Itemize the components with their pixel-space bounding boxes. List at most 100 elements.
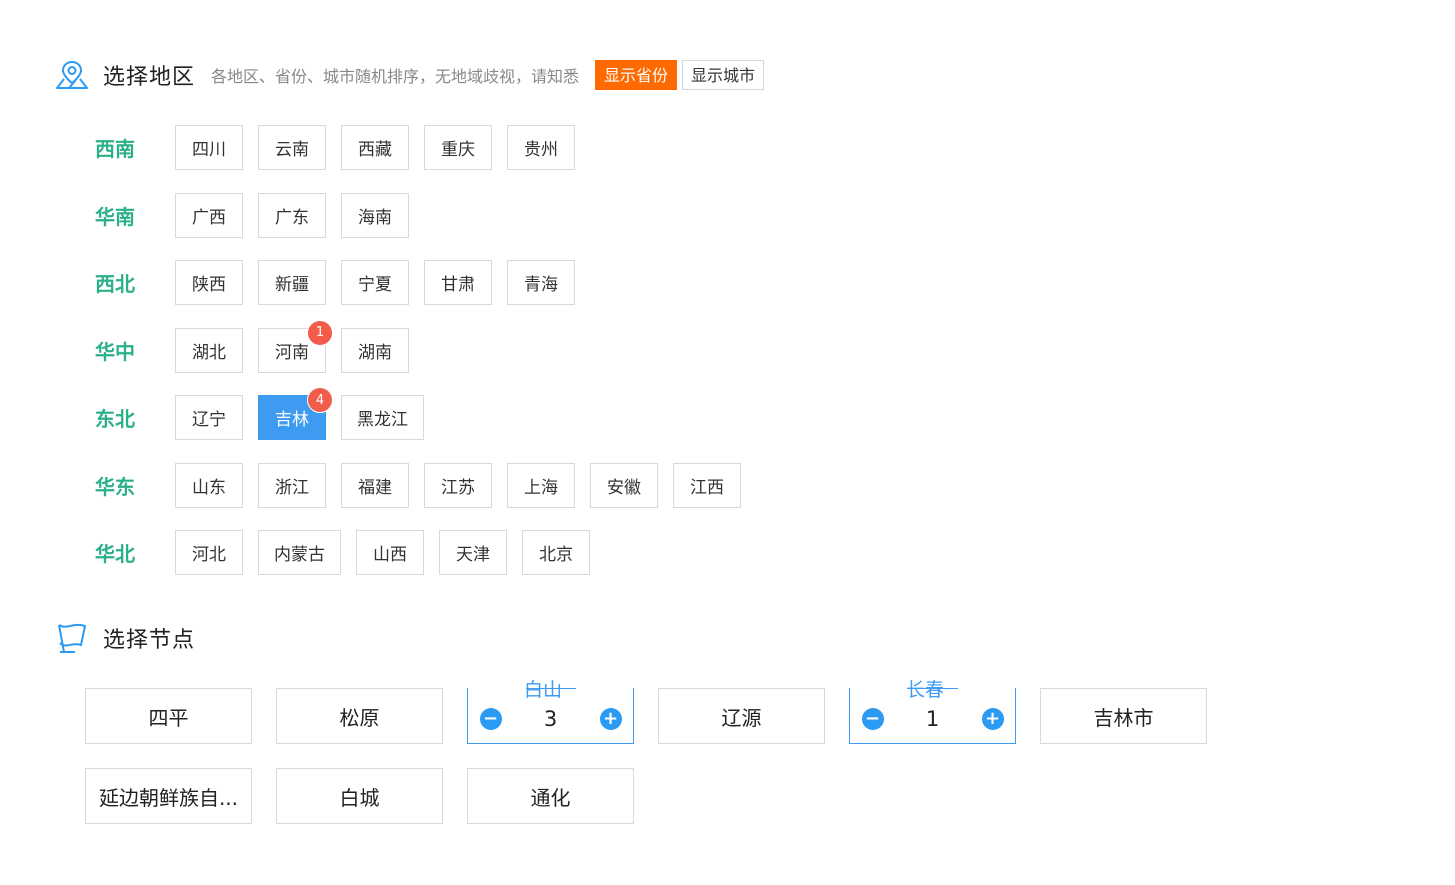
province-button[interactable]: 西藏 — [341, 125, 409, 170]
province-button[interactable]: 湖北 — [175, 327, 243, 373]
node-name: 白城 — [339, 785, 380, 810]
quantity-stepper: − 1 + — [861, 706, 1004, 731]
province-button[interactable]: 甘肃 — [424, 260, 492, 305]
province-button[interactable]: 山东 — [175, 462, 243, 508]
region-label: 华中 — [95, 339, 135, 364]
count-badge: 1 — [307, 319, 333, 346]
region-row: 华东 山东 浙江 福建 江苏 上海 安徽 江西 — [95, 462, 756, 508]
province-label: 江苏 — [441, 477, 475, 498]
count-badge: 4 — [307, 387, 333, 413]
quantity-stepper: − 3 + — [479, 706, 622, 731]
province-button[interactable]: 宁夏 — [341, 260, 409, 305]
region-row: 华北 河北 内蒙古 山西 天津 北京 — [95, 530, 756, 575]
region-section-hint: 各地区、省份、城市随机排序，无地域歧视，请知悉 — [211, 67, 580, 86]
province-label: 贵州 — [524, 140, 558, 160]
region-label: 华北 — [95, 542, 135, 566]
province-label: 安徽 — [607, 477, 641, 498]
node-card[interactable]: 松原 — [276, 688, 443, 744]
province-button[interactable]: 安徽 — [590, 462, 658, 508]
province-label: 陕西 — [192, 275, 226, 295]
province-label: 上海 — [524, 477, 558, 498]
show-city-button[interactable]: 显示城市 — [682, 60, 765, 90]
show-province-button[interactable]: 显示省份 — [595, 60, 678, 90]
node-name: 通化 — [530, 785, 571, 810]
province-button[interactable]: 湖南 — [341, 327, 409, 373]
province-button[interactable]: 河北 — [175, 530, 243, 575]
province-label: 吉林 — [275, 410, 309, 430]
province-button[interactable]: 陕西 — [175, 260, 243, 305]
province-button[interactable]: 新疆 — [258, 260, 326, 305]
node-list: 四平 松原 白山 −3 + 辽源 长春 −1 + 吉林市 延边朝鲜族自... 白城 通化 — [85, 679, 1415, 848]
node-name: 白山 — [523, 679, 562, 701]
province-label: 宁夏 — [358, 275, 392, 295]
node-name: 延边朝鲜族自... — [98, 785, 239, 810]
node-name: 辽源 — [721, 705, 762, 730]
province-label: 内蒙古 — [274, 545, 325, 565]
province-label: 湖北 — [192, 342, 226, 363]
region-label: 华南 — [95, 204, 135, 229]
province-label: 黑龙江 — [357, 410, 408, 430]
node-name: 长春 — [905, 679, 944, 701]
province-button[interactable]: 河南 1 — [258, 319, 333, 373]
node-section-title: 选择节点 — [103, 628, 196, 653]
province-button[interactable]: 吉林 4 — [258, 387, 333, 440]
province-label: 江西 — [690, 477, 724, 498]
plus-icon[interactable]: + — [599, 707, 622, 730]
province-button[interactable]: 北京 — [522, 530, 590, 575]
province-label: 新疆 — [275, 275, 309, 295]
minus-icon[interactable]: − — [861, 707, 884, 730]
province-button[interactable]: 重庆 — [424, 125, 492, 170]
province-label: 河北 — [192, 545, 226, 565]
minus-icon[interactable]: − — [479, 707, 502, 730]
province-label: 湖南 — [358, 342, 392, 363]
province-button[interactable]: 福建 — [341, 462, 409, 508]
region-row: 华中 湖北 河南 1 湖南 — [95, 319, 756, 373]
quantity-value: 1 — [925, 706, 940, 731]
node-card[interactable]: 白城 — [276, 768, 443, 824]
node-card[interactable]: 辽源 — [658, 688, 825, 744]
province-button[interactable]: 天津 — [439, 530, 507, 575]
province-button[interactable]: 浙江 — [258, 462, 326, 508]
node-card[interactable]: 长春 − 1 + — [849, 679, 1016, 744]
province-button[interactable]: 内蒙古 — [258, 530, 341, 575]
node-card[interactable]: 白山 − 3 + — [467, 679, 634, 744]
region-row: 西北 陕西 新疆 宁夏 甘肃 青海 — [95, 260, 756, 305]
region-label: 东北 — [95, 407, 135, 431]
region-list: 西南 四川 云南 西藏 重庆 贵州华南 广西 广东 海南西北 陕西 新疆 宁夏 甘肃 青海华中 湖北 河南 1 湖… — [95, 125, 756, 598]
province-label: 北京 — [539, 545, 573, 565]
province-label: 福建 — [358, 477, 392, 498]
node-name: 松原 — [339, 705, 380, 730]
province-button[interactable]: 青海 — [507, 260, 575, 305]
province-label: 河南 — [275, 342, 309, 363]
province-button[interactable]: 广东 — [258, 192, 326, 238]
quantity-value: 3 — [543, 706, 558, 731]
province-button[interactable]: 海南 — [341, 192, 409, 238]
province-label: 青海 — [524, 275, 558, 295]
node-card[interactable]: 吉林市 — [1040, 688, 1207, 744]
region-row: 华南 广西 广东 海南 — [95, 192, 756, 238]
province-label: 四川 — [192, 140, 226, 160]
plus-icon[interactable]: + — [981, 707, 1004, 730]
province-button[interactable]: 江西 — [673, 462, 741, 508]
province-button[interactable]: 广西 — [175, 192, 243, 238]
region-label: 西北 — [95, 272, 135, 296]
province-button[interactable]: 贵州 — [507, 125, 575, 170]
province-button[interactable]: 黑龙江 — [341, 395, 424, 440]
node-card[interactable]: 四平 — [85, 688, 252, 744]
region-row: 东北 辽宁 吉林 4 黑龙江 — [95, 387, 756, 440]
node-card[interactable]: 延边朝鲜族自... — [85, 768, 252, 824]
flag-icon — [55, 621, 89, 655]
province-label: 重庆 — [441, 140, 475, 160]
province-label: 山西 — [373, 545, 407, 565]
province-button[interactable]: 山西 — [356, 530, 424, 575]
node-name: 四平 — [148, 705, 189, 730]
province-button[interactable]: 上海 — [507, 462, 575, 508]
node-card[interactable]: 通化 — [467, 768, 634, 824]
province-button[interactable]: 辽宁 — [175, 395, 243, 440]
province-button[interactable]: 四川 — [175, 125, 243, 170]
region-label: 西南 — [95, 137, 135, 161]
province-button[interactable]: 江苏 — [424, 462, 492, 508]
province-label: 广东 — [275, 207, 309, 228]
province-button[interactable]: 云南 — [258, 125, 326, 170]
region-label: 华东 — [95, 474, 135, 499]
